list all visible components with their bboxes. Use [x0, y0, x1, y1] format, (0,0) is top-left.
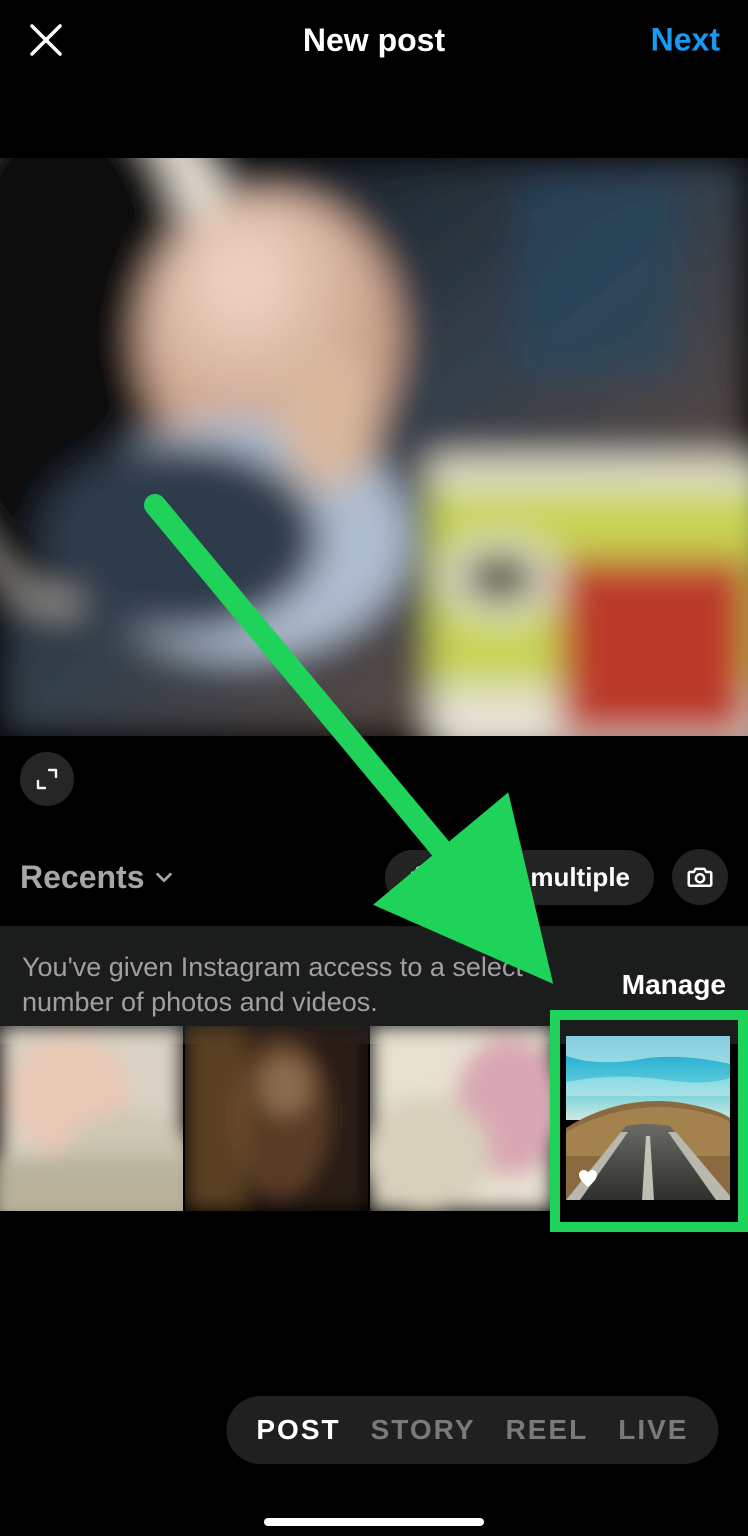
selected-photo-preview[interactable] [0, 158, 748, 736]
chevron-down-icon [153, 866, 175, 888]
album-label: Recents [20, 859, 145, 896]
thumb-4[interactable] [566, 1036, 730, 1200]
home-indicator [264, 1518, 484, 1526]
mode-story[interactable]: STORY [371, 1414, 476, 1446]
mode-reel[interactable]: REEL [506, 1414, 589, 1446]
expand-icon [35, 767, 59, 791]
limited-access-text: You've given Instagram access to a selec… [22, 950, 582, 1020]
manage-access-button[interactable]: Manage [622, 969, 726, 1001]
next-button[interactable]: Next [651, 22, 720, 59]
thumb-2[interactable] [185, 1026, 368, 1211]
mode-live[interactable]: LIVE [618, 1414, 688, 1446]
thumb-3[interactable] [370, 1026, 553, 1211]
photo-grid [0, 1026, 748, 1211]
favorite-icon [576, 1166, 600, 1190]
close-icon [28, 22, 64, 58]
camera-icon [685, 862, 715, 892]
close-button[interactable] [22, 16, 70, 64]
expand-crop-button[interactable] [20, 752, 74, 806]
post-mode-selector: POST STORY REEL LIVE [226, 1396, 718, 1464]
camera-button[interactable] [672, 849, 728, 905]
select-multiple-button[interactable]: Select multiple [385, 850, 655, 905]
stack-icon [409, 864, 435, 890]
page-title: New post [303, 22, 445, 59]
thumb-1[interactable] [0, 1026, 183, 1211]
select-multiple-label: Select multiple [447, 862, 631, 893]
album-selector[interactable]: Recents [20, 859, 175, 896]
mode-post[interactable]: POST [256, 1414, 340, 1446]
header: New post Next [0, 0, 748, 80]
picker-toolbar: Recents Select multiple [0, 847, 748, 907]
